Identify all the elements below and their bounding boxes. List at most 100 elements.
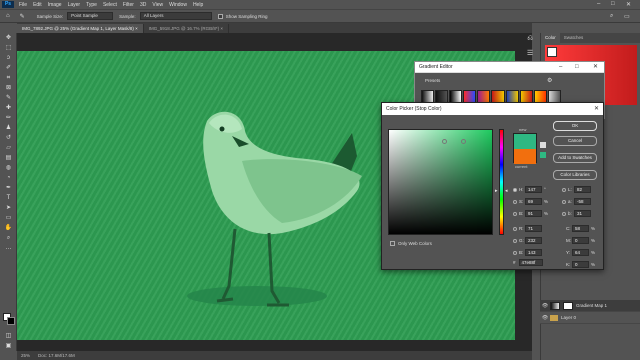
eyedropper-icon[interactable]: ✎ (0, 93, 17, 103)
show-sampling-ring-checkbox[interactable] (217, 13, 223, 19)
lab-a-input[interactable]: -58 (574, 198, 591, 205)
close-icon[interactable]: ✕ (593, 62, 598, 73)
eraser-tool-icon[interactable]: ▱ (0, 143, 17, 153)
yellow-input[interactable]: 64 (572, 249, 589, 256)
rectangle-tool-icon[interactable]: ▭ (0, 213, 17, 223)
blue-radio[interactable] (513, 250, 517, 255)
healing-brush-icon[interactable]: ✚ (0, 103, 17, 113)
black-input[interactable]: 0 (572, 261, 589, 268)
red-input[interactable]: 71 (525, 225, 542, 232)
lab-b-input[interactable]: 31 (574, 210, 591, 217)
hand-tool-icon[interactable]: ✋ (0, 223, 17, 233)
pen-tool-icon[interactable]: ✒ (0, 183, 17, 193)
tab-img-7892[interactable]: IMG_7892.JPG @ 25% (Gradient Map 1, Laye… (17, 24, 144, 33)
hue-radio[interactable] (513, 187, 517, 192)
ok-button[interactable]: OK (553, 121, 597, 131)
color-marker[interactable] (461, 139, 466, 144)
lab-l-input[interactable]: 82 (574, 186, 591, 193)
gradient-tool-icon[interactable]: ▤ (0, 153, 17, 163)
menu-edit[interactable]: Edit (30, 2, 45, 8)
hue-input[interactable]: 147 (525, 186, 542, 193)
minimize-icon[interactable]: – (597, 1, 600, 7)
marquee-tool-icon[interactable]: ⬚ (0, 43, 17, 53)
color-libraries-button[interactable]: Color Libraries (553, 170, 597, 180)
quick-select-tool-icon[interactable]: ✐ (0, 63, 17, 73)
menu-window[interactable]: Window (166, 2, 190, 8)
out-of-gamut-icon[interactable] (540, 142, 546, 148)
hue-slider-right-arrow-icon[interactable]: ◂ (505, 188, 508, 194)
history-icon[interactable]: ⎌ (523, 35, 537, 47)
visibility-eye-icon[interactable]: 👁 (540, 303, 550, 309)
only-web-colors-checkbox[interactable] (390, 241, 395, 246)
menu-select[interactable]: Select (100, 2, 120, 8)
layer-name[interactable]: Gradient Map 1 (576, 303, 607, 308)
zoom-tool-icon[interactable]: ⌕ (0, 233, 17, 243)
only-web-colors-option[interactable]: Only Web Colors (390, 241, 432, 246)
menu-image[interactable]: Image (45, 2, 65, 8)
frame-tool-icon[interactable]: ⊠ (0, 83, 17, 93)
quick-mask-icon[interactable]: ◫ (0, 331, 17, 341)
move-tool-icon[interactable]: ✥ (0, 33, 17, 43)
saturation-radio[interactable] (513, 199, 517, 204)
web-safe-icon[interactable] (540, 152, 546, 158)
screen-mode-icon[interactable]: ▣ (0, 341, 17, 351)
cyan-input[interactable]: 58 (572, 225, 589, 232)
tab-img-5918[interactable]: IMG_5918.JPG @ 16.7% (RGB/8*) × (143, 24, 230, 33)
hex-input[interactable]: 47e88f (518, 259, 543, 266)
saturation-input[interactable]: 69 (525, 198, 542, 205)
menu-3d[interactable]: 3D (137, 2, 149, 8)
menu-type[interactable]: Type (83, 2, 100, 8)
more-tools-icon[interactable]: … (0, 243, 17, 253)
zoom-level[interactable]: 25% (21, 351, 30, 360)
visibility-eye-icon[interactable]: 👁 (540, 315, 550, 321)
green-input[interactable]: 232 (525, 237, 542, 244)
panel-foreground-swatch[interactable] (547, 47, 557, 57)
brightness-input[interactable]: 91 (525, 210, 542, 217)
current-color-swatch[interactable] (514, 149, 536, 164)
menu-help[interactable]: Help (190, 2, 206, 8)
cancel-button[interactable]: Cancel (553, 136, 597, 146)
path-select-icon[interactable]: ➤ (0, 203, 17, 213)
green-radio[interactable] (513, 238, 517, 243)
magenta-input[interactable]: 0 (572, 237, 589, 244)
maximize-icon[interactable]: □ (611, 1, 615, 7)
maximize-icon[interactable]: □ (575, 62, 579, 73)
layer-row[interactable]: 👁 Layer 0 (540, 312, 640, 324)
layer-name[interactable]: Layer 0 (561, 315, 576, 320)
clone-stamp-icon[interactable]: ♟ (0, 123, 17, 133)
brightness-radio[interactable] (513, 211, 517, 216)
lab-l-radio[interactable] (562, 187, 566, 192)
close-icon[interactable]: ✕ (626, 1, 631, 8)
close-icon[interactable]: ✕ (594, 103, 599, 115)
tab-swatches[interactable]: Swatches (560, 33, 588, 43)
menu-view[interactable]: View (149, 2, 166, 8)
layer-mask-thumbnail[interactable] (563, 301, 573, 310)
blue-input[interactable]: 143 (525, 249, 542, 256)
sample-select[interactable]: All Layers (139, 12, 212, 20)
lasso-tool-icon[interactable]: ↄ (0, 53, 17, 63)
tab-color[interactable]: Color (541, 33, 560, 43)
menu-file[interactable]: File (16, 2, 30, 8)
fg-bg-swatches[interactable] (3, 313, 15, 325)
search-icon[interactable]: ⌕ (610, 13, 613, 20)
workspace-icon[interactable]: ▭ (624, 13, 630, 20)
color-marker[interactable] (442, 139, 447, 144)
lab-b-radio[interactable] (562, 211, 566, 216)
background-color-swatch[interactable] (7, 317, 15, 325)
dodge-tool-icon[interactable]: ◔ (0, 173, 17, 183)
brush-tool-icon[interactable]: ✏ (0, 113, 17, 123)
lab-a-radio[interactable] (562, 199, 566, 204)
minimize-icon[interactable]: – (559, 62, 562, 73)
crop-tool-icon[interactable]: ⌗ (0, 73, 17, 83)
eyedropper-tool-icon[interactable]: ✎ (20, 13, 25, 20)
menu-layer[interactable]: Layer (65, 2, 84, 8)
layer-row[interactable]: 👁 Gradient Map 1 (540, 300, 640, 312)
menu-filter[interactable]: Filter (120, 2, 137, 8)
properties-icon[interactable]: ☰ (523, 49, 537, 61)
sample-size-select[interactable]: Point Sample (67, 12, 114, 20)
red-radio[interactable] (513, 226, 517, 231)
hue-slider[interactable] (499, 129, 504, 235)
gear-icon[interactable]: ⚙ (547, 77, 552, 84)
blur-tool-icon[interactable]: ◍ (0, 163, 17, 173)
add-to-swatches-button[interactable]: Add to Swatches (553, 153, 597, 163)
